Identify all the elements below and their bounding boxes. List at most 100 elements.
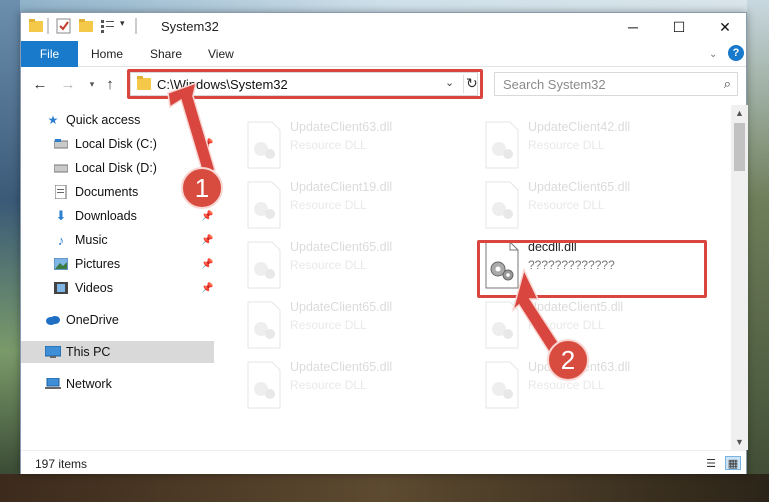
pin-icon[interactable]: 📌 [201, 259, 213, 270]
sidebar-item-quick-access[interactable]: ★ Quick access [21, 109, 214, 131]
search-icon[interactable]: ⌕ [724, 76, 731, 92]
status-bar: 197 items ☰ ▦ [21, 450, 746, 474]
sidebar-item-label: Network [66, 377, 112, 391]
vertical-scrollbar[interactable]: ▲ ▼ [731, 105, 748, 450]
sidebar-item-downloads[interactable]: ⬇ Downloads 📌 [21, 205, 214, 227]
tab-view[interactable]: View [208, 41, 234, 67]
download-icon: ⬇ [55, 208, 67, 223]
file-item[interactable]: UpdateClient65.dll Resource DLL [243, 359, 473, 417]
dll-file-icon [247, 241, 281, 289]
sidebar-item-label: Documents [75, 185, 139, 199]
sidebar-item-onedrive[interactable]: OneDrive [21, 309, 214, 331]
pin-icon[interactable]: 📌 [201, 283, 213, 294]
dll-file-icon [247, 361, 281, 409]
sidebar-item-pictures[interactable]: Pictures 📌 [21, 253, 214, 275]
back-arrow-icon[interactable]: ← [31, 75, 49, 93]
maximize-button[interactable]: ☐ [656, 13, 702, 41]
separator [135, 18, 137, 34]
file-item[interactable]: UpdateClient65.dll Resource DLL [481, 179, 711, 237]
large-icons-view-icon[interactable]: ▦ [725, 456, 741, 470]
file-name: UpdateClient65.dll [290, 240, 393, 254]
drive-icon [53, 161, 69, 175]
dll-file-icon [485, 361, 519, 409]
file-item[interactable]: UpdateClient42.dll Resource DLL [481, 119, 711, 177]
file-item[interactable]: UpdateClient19.dll Resource DLL [243, 179, 473, 237]
expand-ribbon-icon[interactable]: ⌄ [709, 41, 717, 67]
file-type: Resource DLL [528, 138, 605, 152]
sidebar-item-label: Videos [75, 281, 113, 295]
address-highlight-box [127, 69, 483, 99]
drive-icon [53, 137, 69, 151]
file-type: Resource DLL [290, 318, 367, 332]
close-button[interactable]: ✕ [702, 13, 748, 41]
sidebar-item-label: Local Disk (C:) [75, 137, 157, 151]
file-type: Resource DLL [290, 198, 367, 212]
details-view-icon[interactable]: ☰ [703, 456, 719, 470]
minimize-button[interactable]: ─ [610, 13, 656, 41]
dll-file-icon [485, 301, 519, 349]
dropdown-arrow-icon[interactable]: ▾ [120, 18, 130, 34]
file-name: UpdateClient65.dll [528, 180, 631, 194]
sidebar-item-this-pc[interactable]: This PC [21, 341, 214, 363]
sidebar-item-label: Downloads [75, 209, 137, 223]
file-type: Resource DLL [290, 138, 367, 152]
file-type: Resource DLL [528, 198, 605, 212]
sidebar-item-videos[interactable]: Videos 📌 [21, 277, 214, 299]
navigation-bar: ← → ▾ ↑ C:\Windows\System32 ⌄ ↻ Search S… [21, 68, 746, 100]
sidebar-item-label: OneDrive [66, 313, 119, 327]
file-item[interactable]: UpdateClient65.dll Resource DLL [243, 299, 473, 357]
properties-icon[interactable] [56, 18, 72, 34]
desktop-background-left [0, 0, 20, 502]
forward-arrow-icon[interactable]: → [59, 75, 77, 93]
file-type: Resource DLL [290, 378, 367, 392]
help-icon[interactable]: ? [728, 45, 744, 61]
sidebar-item-label: Local Disk (D:) [75, 161, 157, 175]
dll-file-icon [485, 181, 519, 229]
sidebar-item-local-disk-c[interactable]: Local Disk (C:) 📌 [21, 133, 214, 155]
file-explorer-window: ▾ System32 ─ ☐ ✕ File Home Share View ⌄ … [20, 12, 748, 474]
tab-home[interactable]: Home [91, 41, 123, 67]
file-name: UpdateClient65.dll [290, 300, 393, 314]
pin-icon[interactable]: 📌 [201, 139, 213, 150]
pin-icon[interactable]: 📌 [201, 235, 213, 246]
step-2-badge: 2 [547, 339, 589, 381]
file-item[interactable]: UpdateClient5.dll Resource DLL [481, 299, 711, 357]
new-folder-icon[interactable] [79, 18, 93, 34]
tab-share[interactable]: Share [150, 41, 182, 67]
scrollbar-thumb[interactable] [734, 123, 745, 171]
file-name: UpdateClient65.dll [290, 360, 393, 374]
file-name: UpdateClient5.dll [528, 300, 624, 314]
sidebar-item-network[interactable]: Network [21, 373, 214, 395]
search-input[interactable]: Search System32 ⌕ [494, 72, 738, 96]
dll-file-icon [247, 181, 281, 229]
file-name: UpdateClient19.dll [290, 180, 393, 194]
pictures-icon [53, 257, 69, 271]
file-item[interactable]: UpdateClient65.dll Resource DLL [243, 239, 473, 297]
tab-file[interactable]: File [21, 41, 78, 67]
music-icon: ♪ [57, 232, 65, 248]
sidebar-item-label: Quick access [66, 113, 141, 127]
pin-icon[interactable]: 📌 [201, 211, 213, 222]
sidebar-item-music[interactable]: ♪ Music 📌 [21, 229, 214, 251]
file-item[interactable]: UpdateClient63.dll Resource DLL [243, 119, 473, 177]
step-1-badge: 1 [181, 167, 223, 209]
search-placeholder: Search System32 [503, 77, 606, 92]
customize-icon[interactable] [100, 18, 116, 34]
dll-file-icon [247, 301, 281, 349]
file-highlight-box [477, 240, 707, 298]
documents-icon [53, 185, 69, 199]
scroll-up-icon[interactable]: ▲ [731, 105, 748, 121]
network-icon [45, 377, 61, 391]
dll-file-icon [485, 121, 519, 169]
scroll-down-icon[interactable]: ▼ [731, 434, 748, 450]
up-arrow-icon[interactable]: ↑ [101, 75, 119, 93]
recent-locations-icon[interactable]: ▾ [83, 75, 101, 93]
desktop-background-top [0, 0, 769, 12]
desktop-background-right [747, 0, 769, 502]
folder-icon [29, 18, 43, 34]
window-title: System32 [161, 19, 219, 34]
ribbon: File Home Share View ⌄ ? [21, 41, 746, 67]
star-icon: ★ [47, 113, 59, 127]
separator [47, 18, 49, 34]
file-item[interactable]: UpdateClient63.dll Resource DLL [481, 359, 711, 417]
